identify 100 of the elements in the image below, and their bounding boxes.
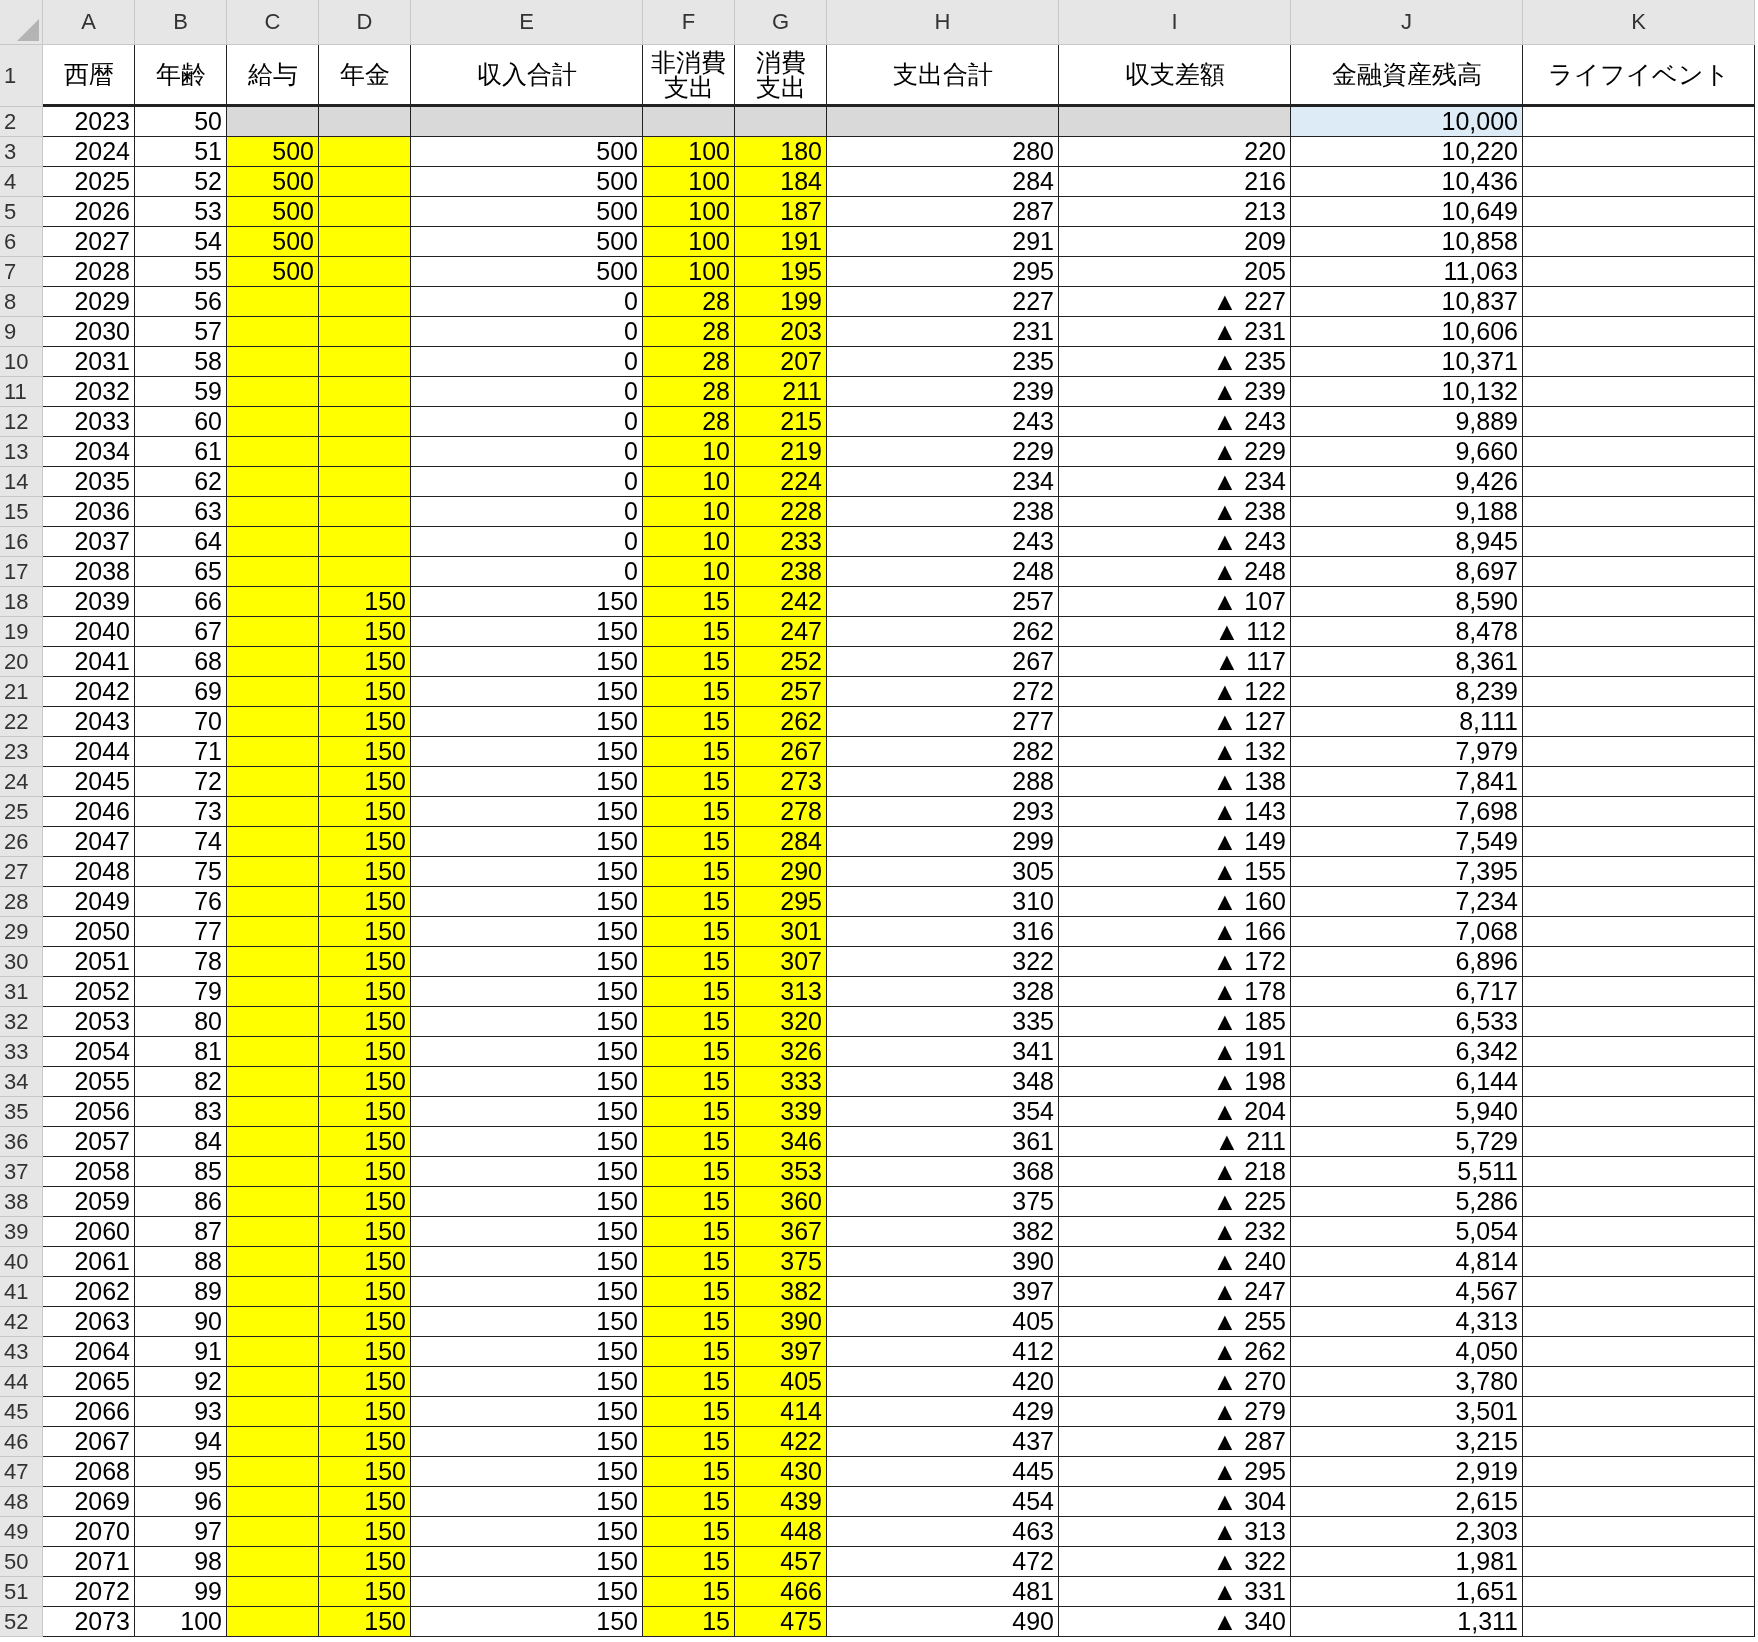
table-cell: 207	[735, 347, 827, 377]
table-cell: 2064	[43, 1337, 135, 1367]
table-cell: 150	[411, 1007, 643, 1037]
table-cell: 2061	[43, 1247, 135, 1277]
row-header[interactable]: 12	[0, 407, 43, 437]
table-cell: 184	[735, 167, 827, 197]
row-header[interactable]: 37	[0, 1157, 43, 1187]
row-header[interactable]: 3	[0, 137, 43, 167]
row-header[interactable]: 40	[0, 1247, 43, 1277]
column-header[interactable]: E	[411, 0, 643, 45]
row-header[interactable]: 43	[0, 1337, 43, 1367]
table-cell: 1,981	[1291, 1547, 1523, 1577]
row-header[interactable]: 39	[0, 1217, 43, 1247]
table-cell: ▲ 243	[1059, 527, 1291, 557]
row-header[interactable]: 44	[0, 1367, 43, 1397]
table-cell: 437	[827, 1427, 1059, 1457]
column-header[interactable]: C	[227, 0, 319, 45]
table-cell: 15	[643, 827, 735, 857]
table-cell: 375	[735, 1247, 827, 1277]
row-header[interactable]: 17	[0, 557, 43, 587]
column-header[interactable]: H	[827, 0, 1059, 45]
table-cell: 150	[319, 947, 411, 977]
row-header[interactable]: 41	[0, 1277, 43, 1307]
column-header[interactable]: I	[1059, 0, 1291, 45]
row-header[interactable]: 34	[0, 1067, 43, 1097]
row-header[interactable]: 10	[0, 347, 43, 377]
row-header[interactable]: 35	[0, 1097, 43, 1127]
row-header[interactable]: 16	[0, 527, 43, 557]
row-header[interactable]: 38	[0, 1187, 43, 1217]
row-header[interactable]: 5	[0, 197, 43, 227]
column-header[interactable]: K	[1523, 0, 1755, 45]
column-header[interactable]: A	[43, 0, 135, 45]
row-header[interactable]: 19	[0, 617, 43, 647]
table-cell: ▲ 155	[1059, 857, 1291, 887]
row-header[interactable]: 46	[0, 1427, 43, 1457]
row-header[interactable]: 7	[0, 257, 43, 287]
row-header[interactable]: 30	[0, 947, 43, 977]
table-cell: 150	[411, 1187, 643, 1217]
row-header[interactable]: 50	[0, 1547, 43, 1577]
row-header[interactable]: 26	[0, 827, 43, 857]
table-cell: 150	[411, 1547, 643, 1577]
row-header[interactable]: 33	[0, 1037, 43, 1067]
row-header[interactable]: 2	[0, 107, 43, 137]
table-cell: 3,501	[1291, 1397, 1523, 1427]
header-cell: 消費 支出	[735, 45, 827, 107]
column-header[interactable]: B	[135, 0, 227, 45]
row-header[interactable]: 22	[0, 707, 43, 737]
table-cell: 9,660	[1291, 437, 1523, 467]
row-header[interactable]: 28	[0, 887, 43, 917]
table-cell: 195	[735, 257, 827, 287]
table-cell: 397	[735, 1337, 827, 1367]
table-cell: 150	[411, 1337, 643, 1367]
column-header[interactable]: F	[643, 0, 735, 45]
row-header[interactable]: 15	[0, 497, 43, 527]
row-header[interactable]: 14	[0, 467, 43, 497]
row-header[interactable]: 6	[0, 227, 43, 257]
table-cell: 6,342	[1291, 1037, 1523, 1067]
table-cell: 2045	[43, 767, 135, 797]
row-header[interactable]: 47	[0, 1457, 43, 1487]
row-header[interactable]: 31	[0, 977, 43, 1007]
table-cell: 15	[643, 1007, 735, 1037]
row-header[interactable]: 25	[0, 797, 43, 827]
table-cell: 242	[735, 587, 827, 617]
row-header[interactable]: 52	[0, 1607, 43, 1637]
table-cell: 215	[735, 407, 827, 437]
row-header[interactable]: 20	[0, 647, 43, 677]
row-header[interactable]: 48	[0, 1487, 43, 1517]
row-header[interactable]: 42	[0, 1307, 43, 1337]
row-header[interactable]: 24	[0, 767, 43, 797]
select-all-corner[interactable]	[0, 0, 43, 45]
table-cell: 15	[643, 1517, 735, 1547]
row-header[interactable]: 13	[0, 437, 43, 467]
row-header[interactable]: 8	[0, 287, 43, 317]
table-cell: 15	[643, 1247, 735, 1277]
table-cell: 2026	[43, 197, 135, 227]
row-header[interactable]: 36	[0, 1127, 43, 1157]
row-header[interactable]: 4	[0, 167, 43, 197]
row-header[interactable]: 21	[0, 677, 43, 707]
row-header[interactable]: 1	[0, 45, 43, 107]
row-header[interactable]: 18	[0, 587, 43, 617]
row-header[interactable]: 49	[0, 1517, 43, 1547]
column-header[interactable]: G	[735, 0, 827, 45]
table-cell: 5,729	[1291, 1127, 1523, 1157]
row-header[interactable]: 27	[0, 857, 43, 887]
row-header[interactable]: 11	[0, 377, 43, 407]
table-cell: 150	[319, 797, 411, 827]
row-header[interactable]: 23	[0, 737, 43, 767]
table-cell: 150	[411, 1487, 643, 1517]
table-cell: 2047	[43, 827, 135, 857]
row-header[interactable]: 29	[0, 917, 43, 947]
column-header[interactable]: D	[319, 0, 411, 45]
row-header[interactable]: 51	[0, 1577, 43, 1607]
row-header[interactable]: 9	[0, 317, 43, 347]
table-cell: 500	[411, 227, 643, 257]
column-header[interactable]: J	[1291, 0, 1523, 45]
table-cell: 316	[827, 917, 1059, 947]
row-header[interactable]: 32	[0, 1007, 43, 1037]
row-header[interactable]: 45	[0, 1397, 43, 1427]
table-cell: 150	[411, 1277, 643, 1307]
table-cell: ▲ 122	[1059, 677, 1291, 707]
